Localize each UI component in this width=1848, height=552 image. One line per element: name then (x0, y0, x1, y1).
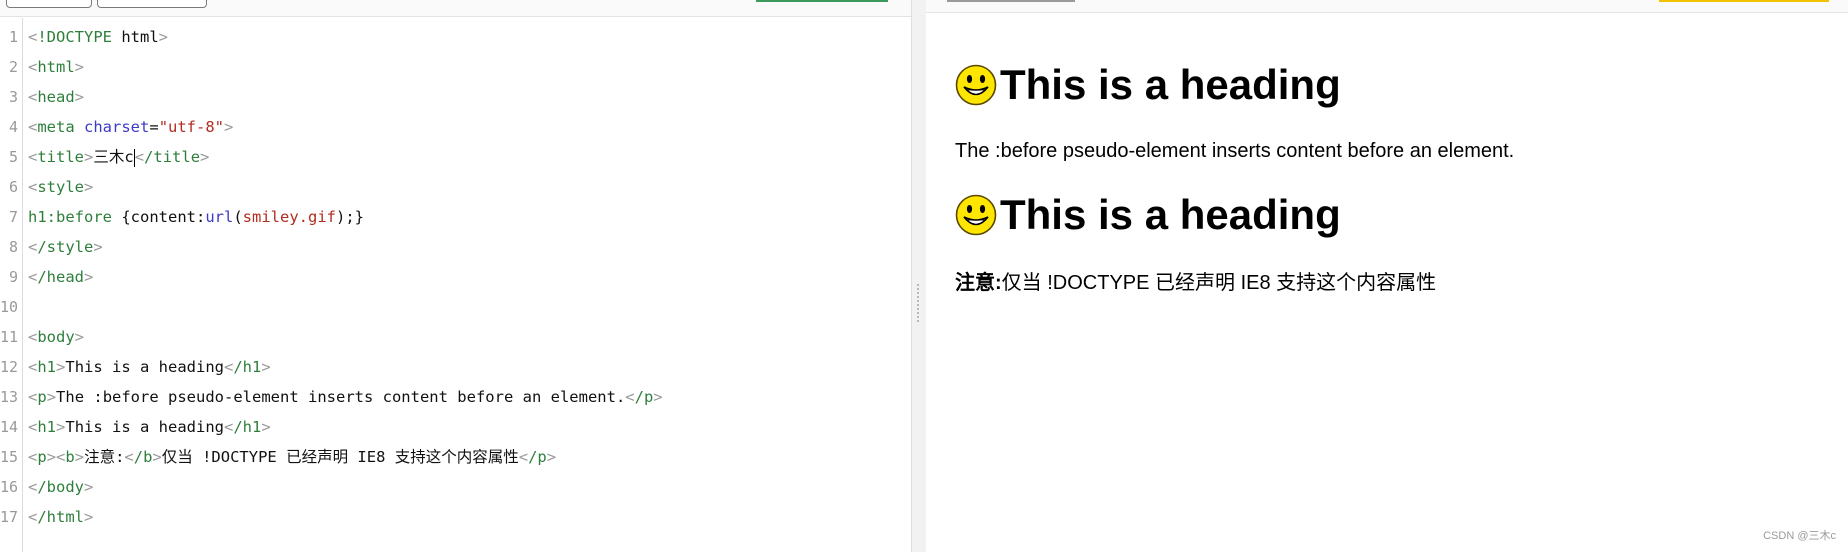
smiley-face-icon (955, 194, 997, 236)
line-number: 2 (8, 58, 18, 76)
code-line[interactable] (28, 292, 663, 322)
toolbar-button-2[interactable] (97, 0, 207, 8)
line-number: 15 (0, 448, 19, 466)
smiley-face-icon (955, 64, 997, 106)
preview-paragraph: The :before pseudo-element inserts conte… (955, 140, 1515, 162)
code-line[interactable]: <body> (28, 322, 663, 352)
code-line[interactable]: </body> (28, 472, 663, 502)
line-number: 11 (0, 328, 19, 346)
code-line[interactable]: <html> (28, 52, 663, 82)
code-line[interactable]: <meta charset="utf-8"> (28, 112, 663, 142)
toolbar-button-1[interactable] (6, 0, 92, 8)
line-number: 4 (8, 118, 18, 136)
line-number: 6 (8, 178, 18, 196)
code-line[interactable]: h1:before {content:url(smiley.gif);} (28, 202, 663, 232)
code-line[interactable]: <head> (28, 82, 663, 112)
drag-handle-icon[interactable] (916, 283, 920, 323)
editor-toolbar (0, 0, 911, 17)
heading-text: This is a heading (1000, 191, 1341, 238)
code-line[interactable]: <p><b>注意:</b>仅当 !DOCTYPE 已经声明 IE8 支持这个内容… (28, 442, 663, 472)
line-number: 12 (0, 358, 19, 376)
preview-note: 注意:仅当 !DOCTYPE 已经声明 IE8 支持这个内容属性 (955, 271, 1436, 295)
line-number: 5 (8, 148, 18, 166)
code-line[interactable]: <p>The :before pseudo-element inserts co… (28, 382, 663, 412)
code-line[interactable]: <h1>This is a heading</h1> (28, 352, 663, 382)
preview-action-button[interactable] (1659, 0, 1829, 2)
line-number: 9 (8, 268, 18, 286)
preview-panel: This is a heading The :before pseudo-ele… (926, 0, 1848, 552)
watermark: CSDN @三木c (1763, 530, 1836, 542)
code-line[interactable]: </style> (28, 232, 663, 262)
code-line[interactable]: </html> (28, 502, 663, 532)
note-text: 仅当 !DOCTYPE 已经声明 IE8 支持这个内容属性 (1001, 272, 1437, 294)
line-number: 3 (8, 88, 18, 106)
preview-tab[interactable] (947, 0, 1075, 2)
preview-heading-1: This is a heading (955, 61, 1341, 109)
code-editor-panel[interactable]: 1 2 3 4 5 6 7 8 9 10 11 12 13 14 15 16 1… (0, 0, 911, 552)
line-number: 17 (0, 508, 19, 526)
line-number: 8 (8, 238, 18, 256)
line-number: 14 (0, 418, 19, 436)
code-line[interactable]: </head> (28, 262, 663, 292)
code-line[interactable]: <style> (28, 172, 663, 202)
line-number-gutter: 1 2 3 4 5 6 7 8 9 10 11 12 13 14 15 16 1… (0, 18, 23, 552)
code-line[interactable]: <!DOCTYPE html> (28, 22, 663, 52)
heading-text: This is a heading (1000, 61, 1341, 108)
code-line[interactable]: <title>三木c</title> (28, 142, 663, 172)
code-area[interactable]: <!DOCTYPE html> <html> <head> <meta char… (28, 22, 663, 532)
run-button[interactable] (756, 0, 888, 2)
split-pane-divider[interactable] (911, 0, 927, 552)
line-number: 13 (0, 388, 19, 406)
preview-toolbar (926, 0, 1848, 13)
line-number: 1 (8, 28, 18, 46)
line-number: 10 (0, 298, 19, 316)
line-number: 16 (0, 478, 19, 496)
preview-heading-2: This is a heading (955, 191, 1341, 239)
line-number: 7 (8, 208, 18, 226)
note-label: 注意: (955, 272, 1002, 294)
code-line[interactable]: <h1>This is a heading</h1> (28, 412, 663, 442)
